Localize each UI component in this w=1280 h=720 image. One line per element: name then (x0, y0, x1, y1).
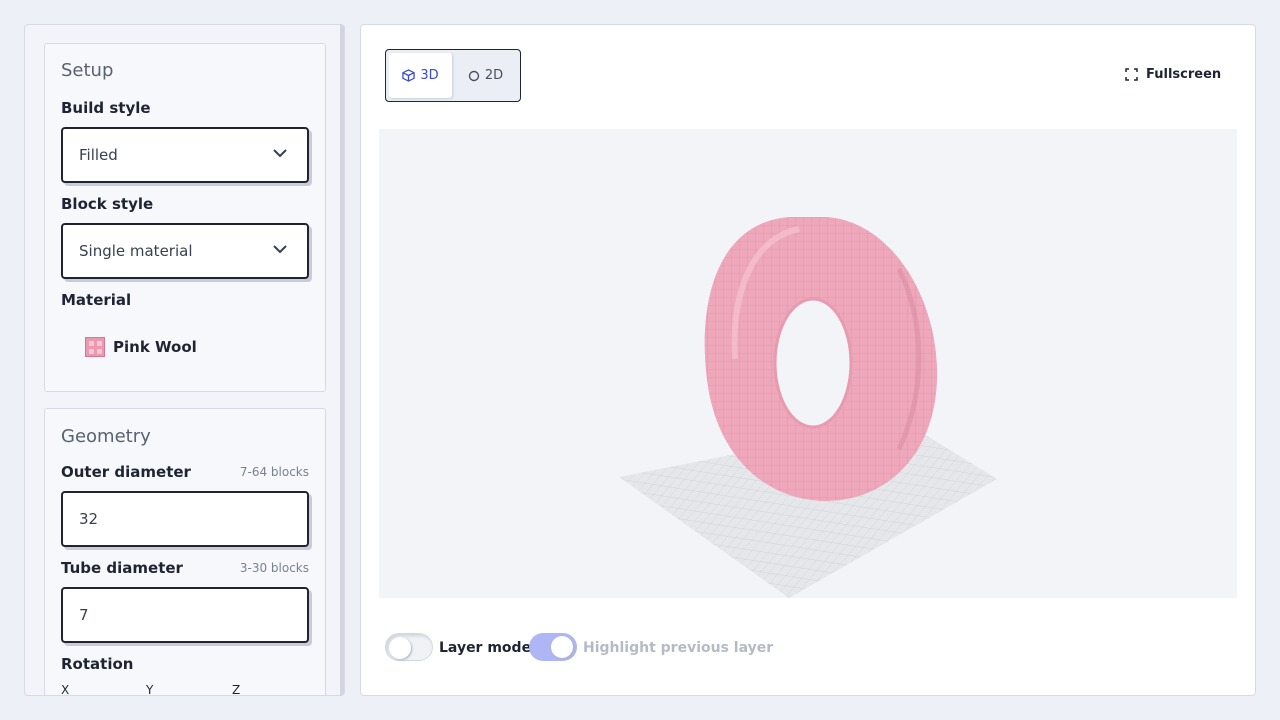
tube-diameter-value: 7 (79, 606, 89, 624)
rotation-z-label: Z (232, 683, 241, 696)
build-style-value: Filled (79, 146, 118, 164)
highlight-previous-label: Highlight previous layer (583, 640, 774, 656)
chevron-down-icon (273, 149, 287, 158)
build-style-select[interactable]: Filled (61, 127, 309, 183)
scrollbar[interactable] (340, 25, 344, 695)
view-3d-button[interactable]: 3D (389, 53, 452, 98)
geometry-title: Geometry (61, 426, 151, 447)
outer-diameter-input[interactable]: 32 (61, 491, 309, 547)
torus-render (619, 216, 997, 598)
circle-icon (468, 70, 480, 81)
outer-diameter-label: Outer diameter (61, 463, 191, 481)
toggle-knob (389, 637, 411, 659)
view-2d-button[interactable]: 2D (454, 53, 517, 98)
tube-diameter-label: Tube diameter (61, 559, 183, 577)
fullscreen-label: Fullscreen (1146, 67, 1222, 82)
outer-diameter-hint: 7-64 blocks (239, 465, 309, 479)
rotation-label: Rotation (61, 655, 134, 673)
block-style-value: Single material (79, 242, 193, 260)
view-2d-label: 2D (484, 68, 504, 83)
settings-panel: Setup Build style Filled Block style Sin… (24, 24, 345, 696)
pink-wool-icon (85, 337, 105, 357)
view-3d-label: 3D (420, 68, 439, 83)
cube-icon (402, 69, 416, 82)
block-style-select[interactable]: Single material (61, 223, 309, 279)
chevron-down-icon (273, 245, 287, 254)
rotation-y-label: Y (146, 683, 154, 696)
view-mode-toggle: 3D 2D (385, 49, 521, 102)
preview-panel: 3D 2D Fullscreen Layer mode Highlight pr… (360, 24, 1256, 696)
fullscreen-button[interactable]: Fullscreen (1125, 67, 1221, 82)
setup-card: Setup Build style Filled Block style Sin… (44, 43, 326, 392)
block-style-label: Block style (61, 195, 154, 213)
material-label: Material (61, 291, 132, 309)
tube-diameter-hint: 3-30 blocks (239, 561, 309, 575)
setup-title: Setup (61, 60, 114, 81)
fullscreen-icon (1125, 68, 1138, 81)
material-name: Pink Wool (113, 338, 197, 356)
layer-mode-label: Layer mode (439, 640, 532, 656)
build-style-label: Build style (61, 99, 151, 117)
rotation-x-label: X (61, 683, 70, 696)
layer-mode-toggle[interactable] (385, 633, 433, 661)
toggle-knob (551, 636, 573, 658)
tube-diameter-input[interactable]: 7 (61, 587, 309, 643)
geometry-card: Geometry Outer diameter 7-64 blocks 32 T… (44, 408, 326, 695)
outer-diameter-value: 32 (79, 510, 99, 528)
torus-model (704, 216, 938, 501)
highlight-previous-toggle[interactable] (529, 633, 577, 661)
3d-viewport[interactable] (379, 129, 1237, 598)
